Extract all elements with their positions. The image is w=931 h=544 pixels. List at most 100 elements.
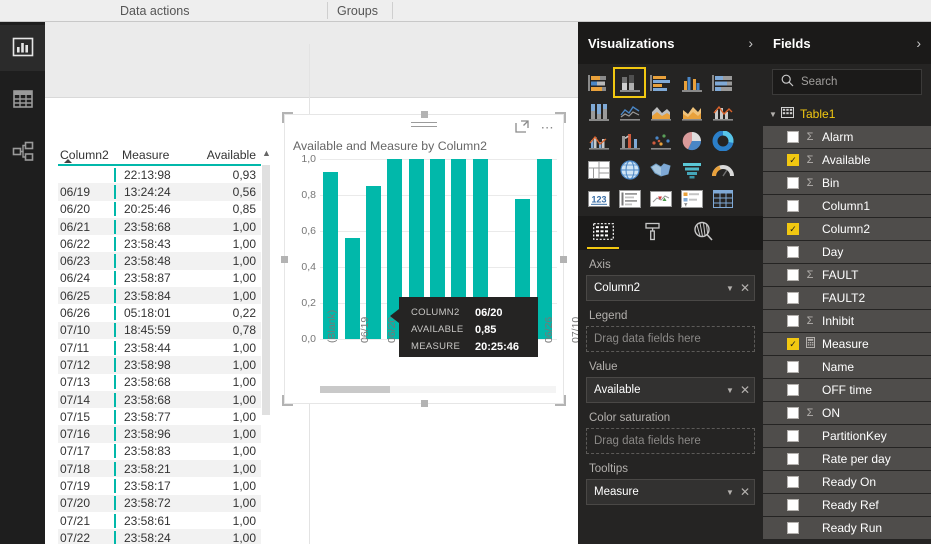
resize-handle-right[interactable] [560,256,567,263]
table-row[interactable]: 07/15 23:58:77 1,00 [58,408,263,425]
field-item-partitionkey[interactable]: Σ PartitionKey [763,425,931,447]
well-value[interactable]: Available ▼ ✕ [586,377,755,403]
chevron-down-icon[interactable]: ▼ [726,488,734,497]
resize-handle-bottom-right[interactable] [555,395,566,406]
fields-table-node[interactable]: ▼ Table1 [763,102,931,126]
table-row[interactable]: 07/16 23:58:96 1,00 [58,425,263,443]
map-icon[interactable] [615,156,644,183]
field-checkbox[interactable] [787,407,799,419]
table-row[interactable]: 06/20 20:25:46 0,85 [58,201,263,218]
table-row[interactable]: 06/23 23:58:48 1,00 [58,252,263,270]
expand-triangle-icon[interactable]: ▼ [769,110,781,119]
field-checkbox[interactable] [787,246,799,258]
field-checkbox[interactable] [787,476,799,488]
field-item-inhibit[interactable]: Σ Inhibit [763,310,931,332]
bar[interactable] [536,159,552,339]
more-options-icon[interactable]: ⋯ [541,120,555,136]
ribbon-group-groups[interactable]: Groups [337,1,378,21]
column-chart-visual[interactable]: ⋯ Available and Measure by Column2 0,0 0,… [281,111,578,407]
slicer-icon[interactable] [677,185,706,212]
field-item-column2[interactable]: ✓ Σ Column2 [763,218,931,240]
table-row[interactable]: 06/26 05:18:01 0,22 [58,304,263,321]
table-row[interactable]: 07/22 23:58:24 1,00 [58,529,263,544]
table-row[interactable]: 07/21 23:58:61 1,00 [58,512,263,529]
field-item-fault2[interactable]: Σ FAULT2 [763,287,931,309]
field-checkbox[interactable] [787,131,799,143]
table-row[interactable]: 06/22 23:58:43 1,00 [58,235,263,252]
table-row[interactable]: 07/12 23:58:98 1,00 [58,356,263,374]
resize-handle-top-right[interactable] [555,112,566,123]
clustered-column-chart-icon[interactable] [677,69,706,96]
field-item-ready-on[interactable]: Σ Ready On [763,471,931,493]
treemap-icon[interactable] [584,156,613,183]
column-header-measure[interactable]: Measure [114,148,188,162]
resize-handle-bottom[interactable] [421,400,428,407]
field-checkbox[interactable]: ✓ [787,338,799,350]
table-row[interactable]: 22:13:98 0,93 [58,166,263,183]
field-item-alarm[interactable]: Σ Alarm [763,126,931,148]
table-row[interactable]: 07/13 23:58:68 1,00 [58,374,263,391]
field-checkbox[interactable] [787,177,799,189]
line-clustered-column-chart-icon[interactable] [584,127,613,154]
remove-field-icon[interactable]: ✕ [740,383,750,397]
line-chart-icon[interactable] [615,98,644,125]
field-checkbox[interactable] [787,292,799,304]
area-chart-icon[interactable] [646,98,675,125]
field-checkbox[interactable]: ✓ [787,223,799,235]
data-view-button[interactable] [0,77,45,123]
table-row[interactable]: 06/24 23:58:87 1,00 [58,270,263,287]
multi-row-card-icon[interactable] [615,185,644,212]
column-header-column2[interactable]: Column2 [58,148,114,163]
resize-handle-left[interactable] [281,256,288,263]
table-row[interactable]: 07/20 23:58:72 1,00 [58,494,263,512]
report-canvas[interactable]: Column2 Measure Available 22:13:98 0,93 06… [45,22,578,544]
drag-handle-icon[interactable] [411,122,437,129]
stacked-bar-chart-icon[interactable] [584,69,613,96]
field-item-name[interactable]: Σ Name [763,356,931,378]
field-checkbox[interactable] [787,384,799,396]
column-header-available[interactable]: Available [188,148,262,162]
field-checkbox[interactable] [787,430,799,442]
remove-field-icon[interactable]: ✕ [740,485,750,499]
field-checkbox[interactable] [787,200,799,212]
field-item-off-time[interactable]: Σ OFF time [763,379,931,401]
pie-chart-icon[interactable] [677,127,706,154]
table-icon[interactable] [708,185,737,212]
stacked-area-chart-icon[interactable] [677,98,706,125]
chevron-down-icon[interactable]: ▼ [726,386,734,395]
field-item-ready-run[interactable]: Σ Ready Run [763,517,931,539]
field-item-rate-per-day[interactable]: Σ Rate per day [763,448,931,470]
100-stacked-bar-chart-icon[interactable] [708,69,737,96]
field-item-day[interactable]: Σ Day [763,241,931,263]
chart-scrollbar-thumb[interactable] [320,386,390,393]
field-checkbox[interactable] [787,522,799,534]
table-row[interactable]: 07/18 23:58:21 1,00 [58,460,263,478]
tab-fields[interactable] [578,216,628,250]
well-color-saturation[interactable]: Drag data fields here [586,428,755,454]
field-item-measure[interactable]: ✓ Measure [763,333,931,355]
line-stacked-column-chart-icon[interactable] [708,98,737,125]
resize-handle-top[interactable] [421,111,428,118]
table-row[interactable]: 06/21 23:58:68 1,00 [58,217,263,236]
well-tooltips[interactable]: Measure ▼ ✕ [586,479,755,505]
table-row[interactable]: 07/17 23:58:83 1,00 [58,443,263,460]
field-checkbox[interactable] [787,499,799,511]
chevron-right-icon[interactable]: › [916,35,921,51]
table-row[interactable]: 06/19 13:24:24 0,56 [58,183,263,201]
table-row[interactable]: 07/14 23:58:68 1,00 [58,390,263,409]
model-view-button[interactable] [0,129,45,175]
table-row[interactable]: 06/25 23:58:84 1,00 [58,287,263,305]
table-row[interactable]: 07/19 23:58:17 1,00 [58,477,263,494]
clustered-bar-chart-icon[interactable] [646,69,675,96]
field-item-column1[interactable]: Σ Column1 [763,195,931,217]
field-item-available[interactable]: ✓ Σ Available [763,149,931,171]
chart-horizontal-scrollbar[interactable] [320,386,556,393]
resize-handle-top-left[interactable] [282,112,293,123]
tab-format[interactable] [628,216,678,250]
field-checkbox[interactable] [787,269,799,281]
ribbon-chart-icon[interactable] [615,127,644,154]
field-checkbox[interactable] [787,361,799,373]
table-row[interactable]: 07/11 23:58:44 1,00 [58,339,263,356]
table-row[interactable]: 07/10 18:45:59 0,78 [58,321,263,339]
report-view-button[interactable] [0,25,45,71]
